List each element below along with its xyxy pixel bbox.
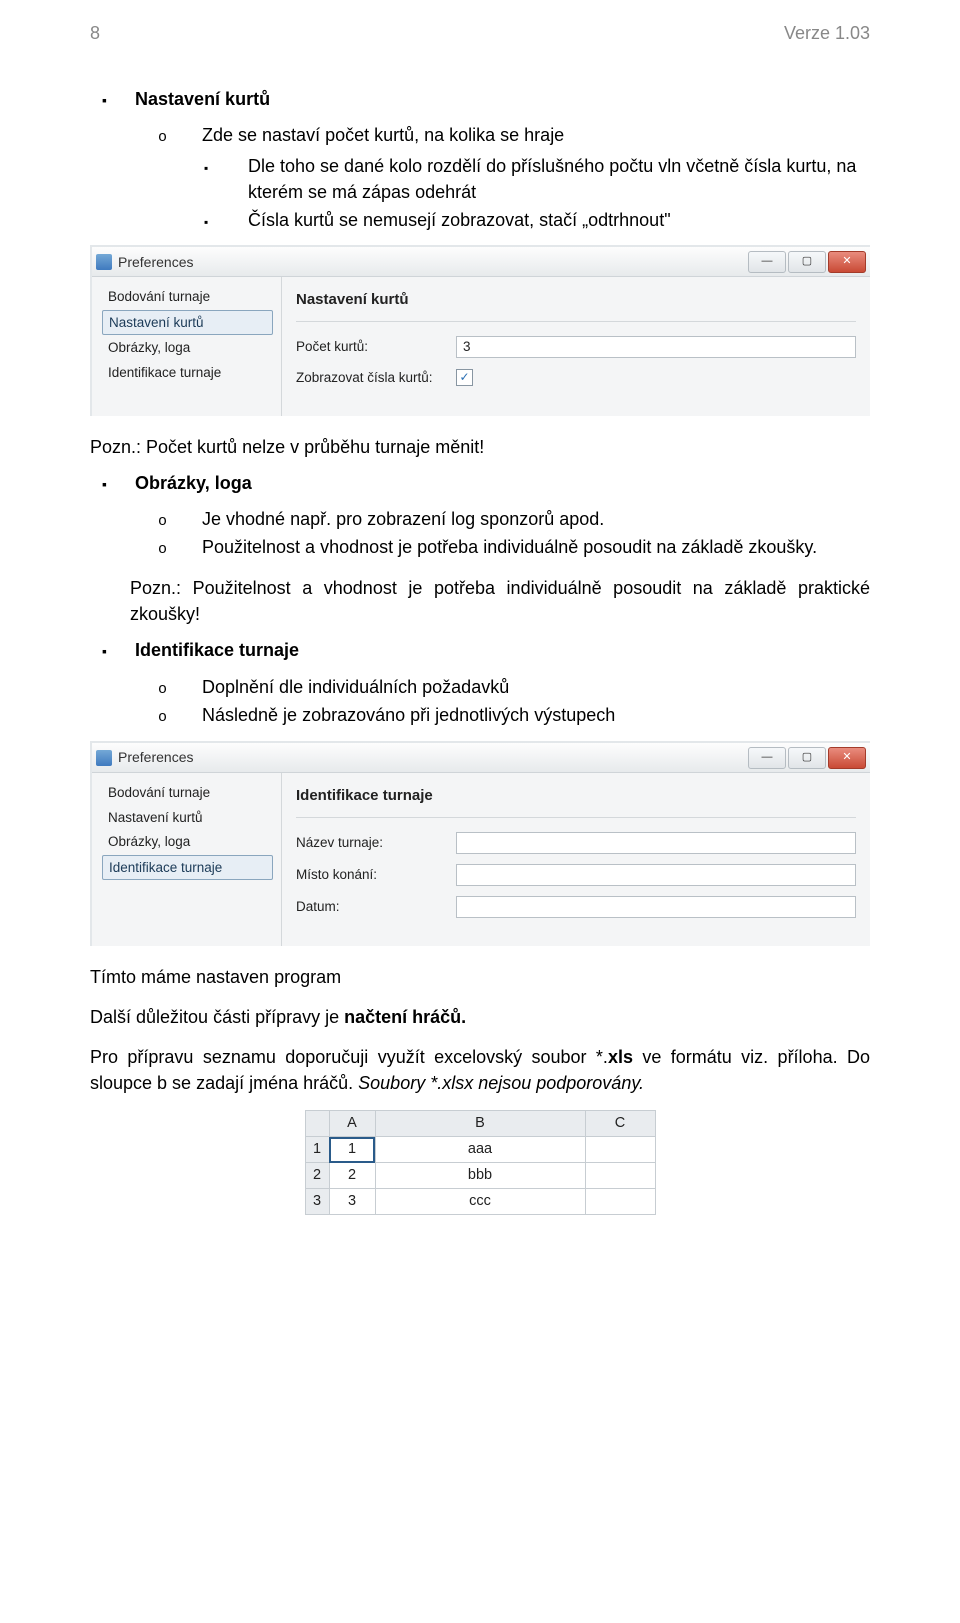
label-zobrazovat-cisla: Zobrazovat čísla kurtů: <box>296 368 446 388</box>
cell-c3[interactable] <box>585 1189 655 1215</box>
col-header-b[interactable]: B <box>375 1111 585 1137</box>
text: Další důležitou části přípravy je <box>90 1007 344 1027</box>
cell-b3[interactable]: ccc <box>375 1189 585 1215</box>
col-header-a[interactable]: A <box>329 1111 375 1137</box>
preferences-sidebar: Bodování turnaje Nastavení kurtů Obrázky… <box>92 773 282 946</box>
panel-heading: Nastavení kurtů <box>296 285 856 322</box>
cell-b1[interactable]: aaa <box>375 1137 585 1163</box>
section-title: Obrázky, loga <box>135 473 252 493</box>
sidebar-item-obrazky[interactable]: Obrázky, loga <box>102 336 273 360</box>
minimize-button[interactable]: — <box>748 251 786 273</box>
page-version: Verze 1.03 <box>784 20 870 46</box>
section-title: Identifikace turnaje <box>135 640 299 660</box>
window-title: Preferences <box>118 747 740 767</box>
app-icon <box>96 750 112 766</box>
note-pouzitelnost: Pozn.: Použitelnost a vhodnost je potřeb… <box>130 575 870 627</box>
row-header[interactable]: 1 <box>305 1137 329 1163</box>
note-pocet-kurtu: Pozn.: Počet kurtů nelze v průběhu turna… <box>90 434 870 460</box>
window-titlebar: Preferences — ▢ ✕ <box>92 247 870 277</box>
sidebar-item-identifikace[interactable]: Identifikace turnaje <box>102 855 273 881</box>
input-nazev-turnaje[interactable] <box>456 832 856 854</box>
sidebar-item-identifikace[interactable]: Identifikace turnaje <box>102 361 273 385</box>
list-item: Použitelnost a vhodnost je potřeba indiv… <box>180 534 870 561</box>
text: Pro přípravu seznamu doporučuji využít e… <box>90 1047 608 1067</box>
preferences-sidebar: Bodování turnaje Nastavení kurtů Obrázky… <box>92 277 282 415</box>
checkbox-mark: ✓ <box>459 369 469 386</box>
close-button[interactable]: ✕ <box>828 747 866 769</box>
sidebar-item-nastaveni-kurtu[interactable]: Nastavení kurtů <box>102 806 273 830</box>
excel-snippet: A B C 1 1 aaa 2 2 bbb 3 3 ccc <box>90 1110 870 1215</box>
input-datum[interactable] <box>456 896 856 918</box>
section-title: Nastavení kurtů <box>135 89 270 109</box>
minimize-button[interactable]: — <box>748 747 786 769</box>
col-header-c[interactable]: C <box>585 1111 655 1137</box>
panel-heading: Identifikace turnaje <box>296 781 856 818</box>
row-header[interactable]: 2 <box>305 1163 329 1189</box>
row-header[interactable]: 3 <box>305 1189 329 1215</box>
list-item: Následně je zobrazováno při jednotlivých… <box>180 702 870 729</box>
sidebar-item-nastaveni-kurtu[interactable]: Nastavení kurtů <box>102 310 273 336</box>
label-nazev-turnaje: Název turnaje: <box>296 833 446 853</box>
sheet-corner[interactable] <box>305 1111 329 1137</box>
input-pocet-kurtu[interactable]: 3 <box>456 336 856 358</box>
window-titlebar: Preferences — ▢ ✕ <box>92 743 870 773</box>
input-value: 3 <box>463 337 471 357</box>
sidebar-item-bodovani[interactable]: Bodování turnaje <box>102 285 273 309</box>
app-icon <box>96 254 112 270</box>
sidebar-item-obrazky[interactable]: Obrázky, loga <box>102 830 273 854</box>
closing-p1: Tímto máme nastaven program <box>90 964 870 990</box>
maximize-button[interactable]: ▢ <box>788 251 826 273</box>
text-italic: Soubory *.xlsx nejsou podporovány. <box>358 1073 644 1093</box>
close-button[interactable]: ✕ <box>828 251 866 273</box>
list-item: Čísla kurtů se nemusejí zobrazovat, stač… <box>226 207 870 233</box>
text-bold: xls <box>608 1047 633 1067</box>
closing-p3: Pro přípravu seznamu doporučuji využít e… <box>90 1044 870 1096</box>
list-item: Dle toho se dané kolo rozdělí do přísluš… <box>226 153 870 205</box>
maximize-button[interactable]: ▢ <box>788 747 826 769</box>
list-item: Je vhodné např. pro zobrazení log sponzo… <box>180 506 870 533</box>
input-misto-konani[interactable] <box>456 864 856 886</box>
closing-p2: Další důležitou části přípravy je načten… <box>90 1004 870 1030</box>
page-number: 8 <box>90 20 100 46</box>
section-identifikace: Identifikace turnaje <box>90 637 870 663</box>
list-item: Doplnění dle individuálních požadavků <box>180 674 870 701</box>
section-obrazky-loga: Obrázky, loga <box>90 470 870 496</box>
cell-a1[interactable]: 1 <box>329 1137 375 1163</box>
preferences-window-nastaveni: Preferences — ▢ ✕ Bodování turnaje Nasta… <box>90 245 870 415</box>
list-item: Zde se nastaví počet kurtů, na kolika se… <box>180 122 870 149</box>
sidebar-item-bodovani[interactable]: Bodování turnaje <box>102 781 273 805</box>
cell-a3[interactable]: 3 <box>329 1189 375 1215</box>
preferences-window-identifikace: Preferences — ▢ ✕ Bodování turnaje Nasta… <box>90 741 870 946</box>
text-bold: načtení hráčů. <box>344 1007 466 1027</box>
label-pocet-kurtu: Počet kurtů: <box>296 337 446 357</box>
label-misto-konani: Místo konání: <box>296 865 446 885</box>
cell-c2[interactable] <box>585 1163 655 1189</box>
checkbox-zobrazovat-cisla[interactable]: ✓ <box>456 369 473 386</box>
cell-a2[interactable]: 2 <box>329 1163 375 1189</box>
window-title: Preferences <box>118 252 740 272</box>
cell-c1[interactable] <box>585 1137 655 1163</box>
page-header: 8 Verze 1.03 <box>90 20 870 46</box>
cell-b2[interactable]: bbb <box>375 1163 585 1189</box>
label-datum: Datum: <box>296 897 446 917</box>
section-nastaveni-kurtu: Nastavení kurtů <box>90 86 870 112</box>
